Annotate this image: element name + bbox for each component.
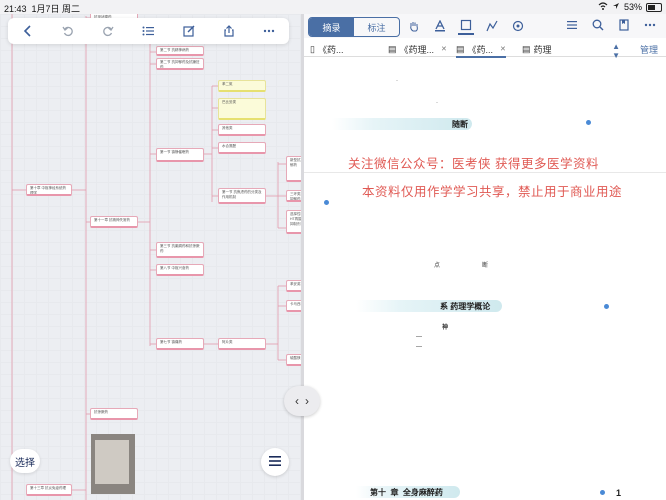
document-tab-active[interactable]: ▤ 《药... ✕ — [456, 42, 506, 58]
pdf-text-fragment: · — [436, 100, 438, 106]
battery-icon — [646, 2, 662, 12]
mindmap-node[interactable]: 第十一章 抗精神失常药 — [90, 216, 138, 228]
mindmap-node[interactable]: 其他类 — [218, 124, 266, 136]
pdf-heading-text: 系 药理学概论 — [440, 301, 491, 311]
document-tab-label: 《药... — [467, 44, 494, 55]
pdf-heading-mid: 章 — [390, 487, 399, 497]
pdf-heading-band: 系 药理学概论 — [356, 300, 502, 312]
split-view-handle[interactable]: ‹ › — [284, 386, 320, 416]
status-bar: 21:43 1月7日 周二 53% — [0, 0, 666, 14]
mindmap-canvas[interactable]: 第十二章 抗甲状腺激素及抗甲状腺药 第十章 中枢神经系统药理学 第十一章 抗精神… — [0, 14, 301, 500]
pdf-text-fragment: — — [416, 334, 422, 340]
mindmap-node[interactable]: 三环类抗抑郁药 — [286, 190, 301, 202]
document-tab[interactable]: ▤ 药理 — [522, 42, 552, 56]
mindmap-image-attachment[interactable] — [91, 434, 135, 494]
pdf-heading-band: 第十 章 全身麻醉药 — [356, 486, 460, 498]
menu-button[interactable] — [261, 448, 289, 476]
mindmap-node[interactable]: 第二节 抗抑郁药及抗躁狂药 — [156, 58, 204, 70]
mindmap-node-root[interactable]: 第十章 中枢神经系统药理学 — [26, 184, 72, 196]
mindmap-node-highlight[interactable]: 巴比妥类 — [218, 98, 266, 120]
document-icon: ▤ — [456, 43, 465, 54]
search-replace-icon[interactable] — [510, 18, 526, 34]
watermark-text: 本资料仅用作学学习共享，禁止用于商业用途 — [362, 185, 623, 199]
mindmap-node[interactable]: 第一节 镇静催眠药 — [156, 148, 204, 162]
pdf-text-fragment: — — [416, 344, 422, 350]
reader-toolbar: 摘录 标注 — [304, 14, 666, 38]
close-tab-icon[interactable]: ✕ — [500, 45, 506, 53]
excerpt-anchor-dot[interactable] — [324, 200, 329, 205]
mode-segmented-control[interactable]: 摘录 标注 — [308, 17, 400, 37]
more-icon[interactable] — [258, 20, 280, 42]
manage-button[interactable]: 管理 — [640, 43, 658, 56]
document-tab[interactable]: ▯ 《药... — [310, 42, 343, 56]
pdf-text-fragment: 神 — [442, 325, 449, 331]
mindmap-node-highlight[interactable]: 苯二氮 — [218, 80, 266, 92]
mindmap-node[interactable]: 阿片类 — [218, 338, 266, 350]
document-tab-label: 《药理... — [399, 44, 435, 55]
pdf-heading-text: 随断 — [452, 119, 468, 129]
wifi-icon — [598, 2, 608, 12]
watermark-text: 关注微信公众号：医考侠 获得更多医学资料 — [348, 157, 599, 171]
select-button[interactable]: 选择 — [10, 449, 40, 473]
edit-icon[interactable] — [178, 20, 200, 42]
pdf-reader-pane: 摘录 标注 ▯ 《药... ▤ 《药理... ✕ ▤ 《药... ✕ ▤ 药理 … — [304, 14, 666, 500]
pdf-page[interactable]: · · 随断 关注微信公众号：医考侠 获得更多医学资料 本资料仅用作学学习共享，… — [304, 58, 666, 500]
chevron-left-icon: ‹ — [295, 394, 299, 408]
mindmap-node[interactable]: 第七节 镇痛药 — [156, 338, 204, 350]
mindmap-node[interactable]: 水合氯醛 — [218, 142, 266, 154]
excerpt-anchor-dot[interactable] — [586, 120, 591, 125]
location-icon — [612, 2, 620, 12]
pdf-text-fragment: · — [396, 78, 398, 84]
mindmap-node[interactable]: 苯妥英钠 — [286, 280, 301, 292]
search-icon[interactable] — [590, 17, 606, 33]
pdf-text-fragment: 点 — [434, 263, 441, 269]
status-time: 21:43 — [4, 4, 27, 14]
pdf-text-fragment: 断 — [482, 263, 489, 269]
excerpt-anchor-dot[interactable] — [600, 490, 605, 495]
mindmap-node[interactable]: 第三节 抗癫痫药和抗惊厥药 — [156, 242, 204, 258]
document-tab-label: 药理 — [533, 44, 552, 55]
document-icon: ▯ — [310, 43, 315, 54]
page-number: 1 — [616, 488, 622, 498]
rectangle-select-icon[interactable] — [458, 17, 474, 35]
share-icon[interactable] — [218, 20, 240, 42]
mindmap-node[interactable]: 第八节 中枢兴奋药 — [156, 264, 204, 276]
mindmap-node[interactable]: 硫酸镁 — [286, 354, 301, 366]
text-highlight-icon[interactable] — [432, 18, 448, 34]
document-icon: ▤ — [388, 43, 397, 54]
pdf-heading-text: 全身麻醉药 — [402, 487, 443, 497]
list-view-icon[interactable] — [564, 17, 580, 33]
mindmap-node[interactable]: 第十三章 抗炎免疫药理 — [26, 484, 72, 496]
redo-icon[interactable] — [97, 20, 119, 42]
bookmark-icon[interactable] — [616, 17, 632, 33]
mindmap-node[interactable]: 第二节 抗精神病药 — [156, 46, 204, 56]
chevron-right-icon: › — [305, 394, 309, 408]
outline-list-icon[interactable] — [137, 20, 159, 42]
excerpt-anchor-dot[interactable] — [604, 304, 609, 309]
document-tab-label: 《药... — [317, 44, 344, 55]
hand-icon[interactable] — [406, 18, 422, 34]
undo-icon[interactable] — [57, 20, 79, 42]
mindmap-node[interactable]: 第一节 抗焦虑药的分类及作用机制 — [218, 188, 266, 204]
mindmap-node[interactable]: 新型抗抑郁药 — [286, 156, 301, 182]
document-icon: ▤ — [522, 43, 531, 54]
back-icon[interactable] — [17, 20, 39, 42]
more-icon[interactable] — [642, 17, 658, 33]
mindmap-toolbar — [8, 18, 289, 44]
mindmap-node[interactable]: 选择性5-HT再摄取抑制剂 — [286, 210, 301, 234]
pdf-heading-prefix: 第十 — [370, 487, 386, 497]
hamburger-icon — [269, 453, 281, 471]
document-tab[interactable]: ▤ 《药理... ✕ — [388, 42, 447, 56]
mindmap-link-icon[interactable] — [484, 18, 500, 34]
close-tab-icon[interactable]: ✕ — [441, 45, 447, 53]
status-date: 1月7日 周二 — [31, 4, 81, 14]
excerpt-mode-tab[interactable]: 摘录 — [309, 18, 354, 36]
page-separator — [304, 172, 666, 173]
mindmap-node[interactable]: 抗惊厥药 — [90, 408, 138, 420]
annotate-mode-tab[interactable]: 标注 — [354, 18, 399, 36]
battery-percent: 53% — [623, 2, 642, 12]
document-tabs: ▯ 《药... ▤ 《药理... ✕ ▤ 《药... ✕ ▤ 药理 ▲ ▼ 管理 — [304, 40, 666, 60]
pdf-heading-band: 随断 — [332, 118, 472, 130]
mindmap-node[interactable]: 卡马西平 — [286, 300, 301, 312]
